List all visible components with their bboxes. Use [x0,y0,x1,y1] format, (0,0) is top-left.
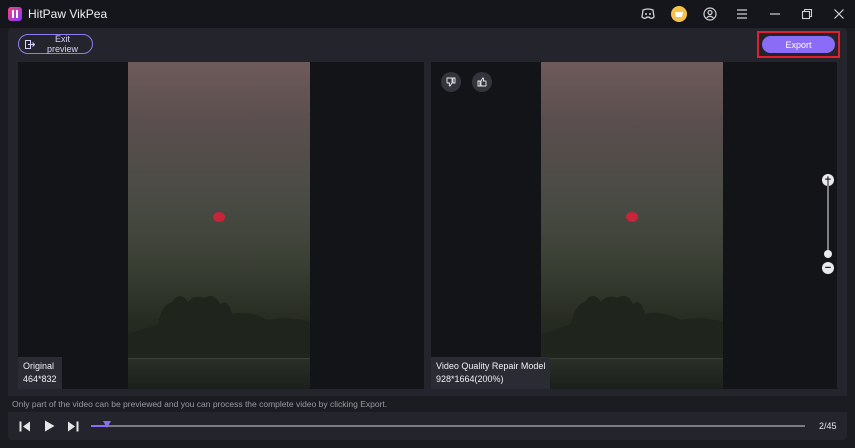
zoom-slider-track[interactable] [827,180,829,252]
shop-icon[interactable] [671,6,687,22]
frame-counter: 2/45 [819,421,837,431]
close-icon[interactable] [831,6,847,22]
trees-silhouette [128,296,310,354]
app-logo-icon [8,7,22,21]
restore-icon[interactable] [799,6,815,22]
zoom-out-button[interactable]: − [822,262,834,274]
menu-icon[interactable] [734,6,750,22]
road-image [128,358,310,389]
preview-area: Original 464*832 Video Quality Repair Mo… [8,62,847,396]
sun-image [213,212,225,222]
enhanced-preview-pane: Video Quality Repair Model 928*1664(200%… [431,62,837,389]
model-label: Video Quality Repair Model [436,361,546,371]
original-video-frame [128,62,310,389]
previous-frame-icon[interactable] [18,419,32,433]
thumbs-down-icon[interactable] [441,72,461,92]
road-image [541,358,723,389]
app-title: HitPaw VikPea [28,7,108,21]
sun-image [626,212,638,222]
zoom-slider-handle[interactable] [824,250,832,258]
exit-preview-button[interactable]: Exit preview [18,34,93,54]
original-preview-pane: Original 464*832 [18,62,424,389]
export-button[interactable]: Export [762,36,835,53]
original-resolution: 464*832 [23,374,57,384]
trees-silhouette [541,296,723,354]
discord-icon[interactable] [640,6,656,22]
account-icon[interactable] [702,6,718,22]
exit-preview-label: Exit preview [46,34,78,54]
play-icon[interactable] [42,419,56,433]
enhanced-video-frame [541,62,723,389]
preview-toolbar: Exit preview Export [8,28,847,62]
timeline-playhead[interactable] [102,421,111,428]
title-bar: HitPaw VikPea [0,0,855,28]
original-caption: Original 464*832 [18,357,62,389]
timeline-slider[interactable] [91,421,805,428]
export-highlight-box: Export [757,31,840,58]
next-frame-icon[interactable] [66,419,80,433]
thumbs-up-icon[interactable] [472,72,492,92]
enhanced-resolution: 928*1664(200%) [436,374,504,384]
original-label: Original [23,361,55,371]
exit-icon [25,39,35,49]
preview-hint-text: Only part of the video can be previewed … [12,399,388,409]
enhanced-caption: Video Quality Repair Model 928*1664(200%… [431,357,551,389]
player-controls: 2/45 [8,412,847,440]
minimize-icon[interactable] [767,6,783,22]
